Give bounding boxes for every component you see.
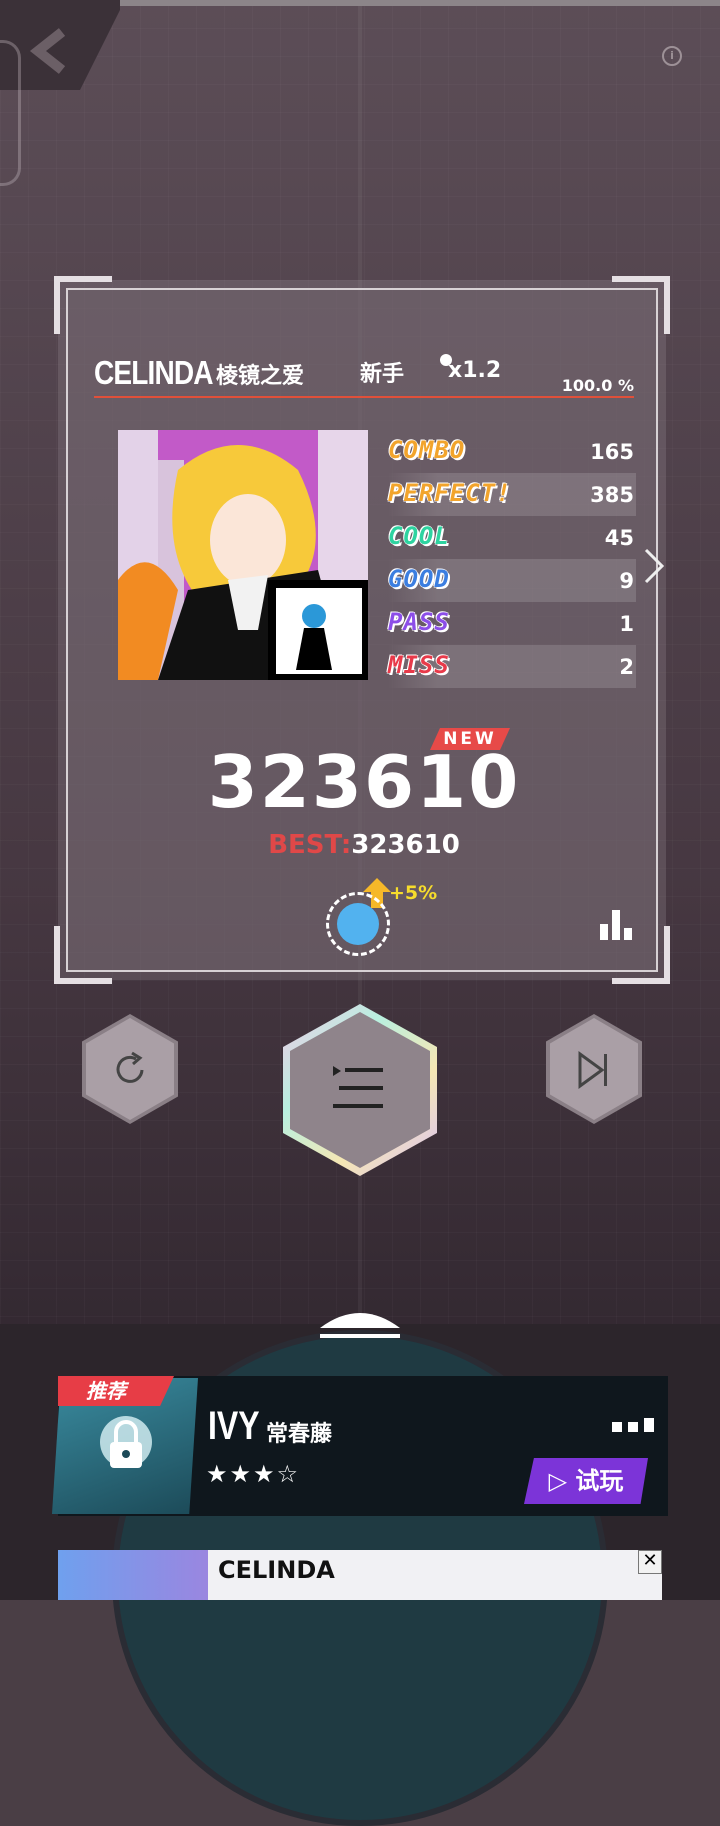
- recommended-song-subtitle: 常春藤: [266, 1422, 333, 1447]
- title-underline: [94, 396, 634, 398]
- stat-value: 1: [619, 612, 634, 636]
- recommended-song-card[interactable]: 推荐 IVY 常春藤 ★★★☆ ▷ 试玩: [52, 1376, 668, 1516]
- retry-icon: [116, 1051, 144, 1083]
- stat-row-perfect: PERFECT! 385: [388, 473, 636, 516]
- side-decoration: [0, 40, 21, 186]
- judgement-stats: COMBO 165 PERFECT! 385 COOL 45 GOOD 9 PA…: [387, 430, 636, 688]
- stat-label: COOL: [388, 522, 450, 551]
- back-icon: [29, 28, 66, 74]
- best-value: 323610: [351, 830, 460, 860]
- bar-chart-icon[interactable]: [600, 910, 634, 940]
- stat-value: 9: [619, 569, 634, 593]
- next-track-icon: [578, 1051, 607, 1089]
- final-score: 323610: [207, 740, 521, 824]
- try-play-button[interactable]: ▷ 试玩: [524, 1458, 648, 1504]
- stat-value: 385: [590, 483, 634, 507]
- character-orb[interactable]: [326, 892, 390, 956]
- chevron-right-icon[interactable]: [642, 546, 666, 586]
- best-score: BEST:323610: [68, 830, 660, 860]
- best-label: BEST:: [268, 830, 352, 860]
- speed-multiplier: x1.2: [448, 358, 502, 383]
- stat-row-combo: COMBO 165: [387, 430, 636, 473]
- song-cover-art: [118, 430, 368, 680]
- collapse-icon[interactable]: [318, 1304, 402, 1340]
- ad-banner[interactable]: CELINDA ✕: [58, 1550, 662, 1600]
- stat-label: MISS: [388, 651, 450, 680]
- song-title: 棱镜之爱: [216, 364, 305, 389]
- ad-thumbnail: [58, 1550, 208, 1600]
- info-icon[interactable]: i: [662, 46, 682, 66]
- stat-label: PASS: [388, 608, 450, 637]
- ad-title: CELINDA: [218, 1556, 335, 1584]
- menu-icon: [333, 1066, 383, 1108]
- stat-row-cool: COOL 45: [388, 516, 636, 559]
- stat-value: 165: [590, 440, 634, 464]
- stat-row-miss: MISS 2: [388, 645, 636, 688]
- stat-label: GOOD: [388, 565, 450, 594]
- result-card: CELINDA 棱镜之爱 新手 x1.2 100.0 % COMBO 165 P…: [54, 276, 670, 984]
- stat-value: 45: [604, 526, 634, 550]
- level-bars-icon: [612, 1418, 654, 1432]
- result-panel: CELINDA 棱镜之爱 新手 x1.2 100.0 % COMBO 165 P…: [66, 288, 665, 972]
- stat-value: 2: [619, 655, 634, 679]
- stat-label: PERFECT!: [388, 479, 512, 508]
- artist-name: CELINDA: [94, 354, 214, 391]
- close-icon[interactable]: ✕: [638, 1550, 662, 1574]
- difficulty-stars: ★★★☆: [206, 1460, 301, 1488]
- stat-label: COMBO: [387, 436, 466, 465]
- stat-row-pass: PASS 1: [388, 602, 636, 645]
- recommend-tag: 推荐: [58, 1376, 174, 1406]
- bonus-percent: +5%: [389, 882, 438, 904]
- accuracy-percent: 100.0 %: [561, 376, 634, 395]
- difficulty-label: 新手: [360, 362, 405, 387]
- stat-row-good: GOOD 9: [388, 559, 636, 602]
- recommended-song-title: IVY: [208, 1404, 260, 1448]
